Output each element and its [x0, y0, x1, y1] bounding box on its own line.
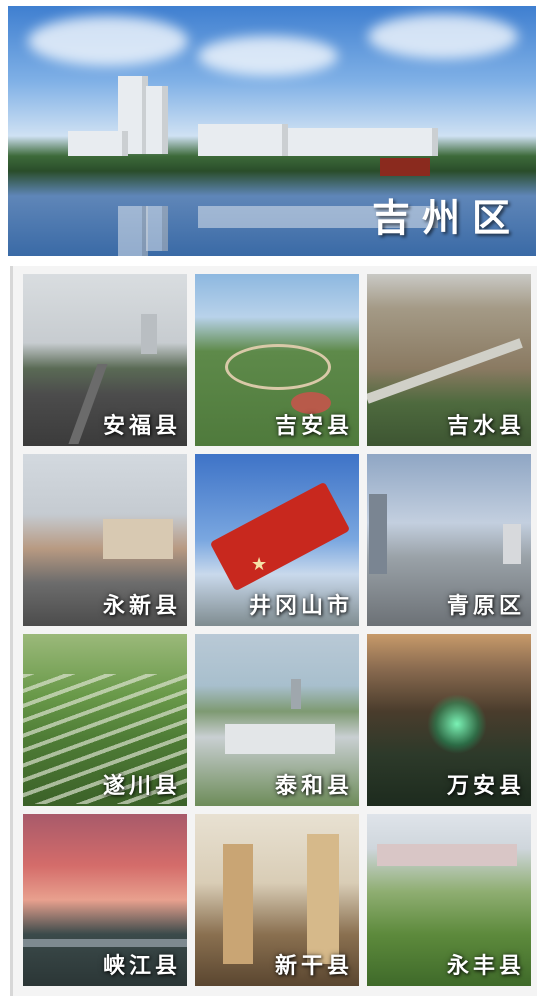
tile-label: 吉安县	[274, 414, 353, 439]
tile-suichuan: 遂川县	[23, 634, 187, 806]
cloud	[28, 16, 188, 66]
tile-label: 吉水县	[446, 414, 525, 439]
tile-xiajiang: 峡江县	[23, 814, 187, 986]
tile-qingyuan: 青原区	[367, 454, 531, 626]
building	[503, 524, 521, 564]
plaza-circle	[225, 344, 331, 390]
tile-xingan: 新干县	[195, 814, 359, 986]
tile-taihe: 泰和县	[195, 634, 359, 806]
tile-yongfeng: 永丰县	[367, 814, 531, 986]
tile-label: 青原区	[446, 594, 525, 619]
building	[291, 679, 301, 709]
tile-jinggangshan: ★ 井冈山市	[195, 454, 359, 626]
building-reflection	[118, 206, 148, 256]
tile-wanan: 万安县	[367, 634, 531, 806]
tile-label: 安福县	[102, 414, 181, 439]
tile-jian: 吉安县	[195, 274, 359, 446]
pavilion	[380, 158, 430, 176]
tower-building	[223, 844, 253, 964]
building	[225, 724, 335, 754]
tile-label: 永丰县	[446, 954, 525, 979]
building-reflection	[146, 206, 168, 251]
riverside-road	[367, 338, 523, 404]
cloud	[368, 14, 518, 59]
tile-label: 新干县	[274, 954, 353, 979]
building	[141, 314, 157, 354]
tile-label: 泰和县	[274, 774, 353, 799]
flag-monument	[209, 481, 351, 592]
tile-label: 峡江县	[102, 954, 181, 979]
hero-title: 吉州区	[371, 196, 522, 240]
tile-label: 井冈山市	[248, 594, 353, 619]
tower-building	[146, 86, 168, 154]
hero-panorama: 吉州区	[8, 6, 536, 256]
star-icon: ★	[251, 554, 268, 575]
building	[288, 128, 438, 156]
tile-yongxin: 永新县	[23, 454, 187, 626]
building	[198, 124, 288, 156]
building	[68, 131, 128, 156]
tile-anfu: 安福县	[23, 274, 187, 446]
tile-label: 永新县	[102, 594, 181, 619]
building	[377, 844, 517, 866]
tile-label: 遂川县	[102, 774, 181, 799]
building	[103, 519, 173, 559]
tile-label: 万安县	[446, 774, 525, 799]
tile-jishui: 吉水县	[367, 274, 531, 446]
fountain-lights	[427, 694, 487, 754]
road-line	[68, 364, 108, 444]
building	[369, 494, 387, 574]
tower-building	[307, 834, 339, 964]
cloud	[198, 36, 338, 76]
county-photo-grid: 安福县 吉安县 吉水县 永新县 ★ 井冈山市 青原区 遂川县 泰和县 万安县 峡…	[10, 266, 537, 996]
bridge	[23, 939, 187, 947]
